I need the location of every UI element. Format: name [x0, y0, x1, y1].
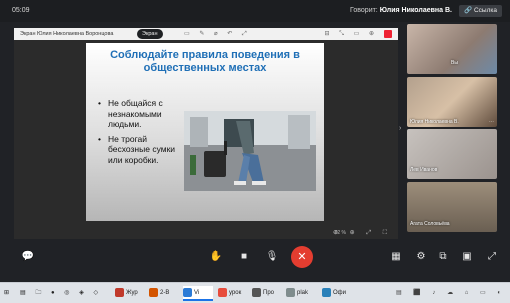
- screen-badge[interactable]: Экран: [137, 29, 163, 39]
- raise-hand-icon[interactable]: ✋: [206, 248, 226, 266]
- app-icon: [252, 287, 261, 297]
- taskbar-item[interactable]: 2-В: [149, 286, 181, 301]
- call-timer: 05:09: [12, 7, 30, 14]
- taskbar-item[interactable]: plak: [286, 286, 318, 301]
- taskbar-item-label: Жур: [126, 290, 138, 296]
- end-call-icon[interactable]: ✕: [291, 246, 313, 268]
- participant-tile[interactable]: Лев Иванов: [407, 129, 497, 179]
- call-controls-bar: 💬 ✋ ■ 🎙 ✕ ▦ ⚙ ⧉ ▣ ⤢: [0, 240, 510, 275]
- presenter-name: Экран Юлия Николаевна Воронцова: [20, 31, 114, 37]
- participant-tile[interactable]: Юлия Николаевна В. ⋯: [407, 77, 497, 127]
- app-icon: [322, 287, 331, 297]
- taskbar-item-label: урок: [229, 290, 242, 296]
- link-icon: 🔗: [464, 7, 474, 14]
- slide-title: Соблюдайте правила поведения в обществен…: [110, 49, 300, 74]
- screen-share-icon[interactable]: ⧉: [433, 248, 453, 266]
- speaking-name: Юлия Николаевна В.: [379, 7, 452, 14]
- slide-bullets: Не общайся с незнакомыми людьми. Не трог…: [98, 98, 186, 169]
- top-bar: 05:09 Говорит: Юлия Николаевна В. 🔗 Ссыл…: [0, 0, 510, 22]
- participant-name: Вы: [451, 60, 458, 66]
- app-icon: [115, 287, 124, 297]
- participant-name: Юлия Николаевна В.: [410, 119, 459, 125]
- slide-bullet: Не трогай бесхозные сумки или коробки.: [98, 134, 186, 166]
- pip-icon[interactable]: ▣: [457, 248, 477, 266]
- screen-share-header: Экран Юлия Николаевна Воронцова Экран ▭ …: [14, 28, 398, 40]
- taskbar-item-label: Vi: [194, 290, 200, 296]
- pinned-apps[interactable]: ▤ 🗀 ● ◎ ◈ ◇: [20, 286, 110, 301]
- grid-icon[interactable]: ▦: [386, 248, 406, 266]
- settings-icon[interactable]: ⚙: [411, 248, 431, 266]
- taskbar-item[interactable]: Про: [252, 286, 282, 301]
- screen-share-panel: Экран Юлия Николаевна Воронцова Экран ▭ …: [14, 28, 398, 239]
- taskbar-item-label: Про: [263, 290, 274, 296]
- taskbar-item[interactable]: Офи: [322, 286, 352, 301]
- speaking-indicator: Говорит: Юлия Николаевна В.: [350, 7, 452, 14]
- screen-share-footer: 82 % ⊖ ⊕ ⤢ ⛶: [14, 227, 398, 239]
- collapse-panel-icon[interactable]: ›: [399, 125, 401, 132]
- system-tray-icons[interactable]: ▤ ⬛ ♪ ☁ ⌂ ▭ ◐: [360, 286, 506, 301]
- taskbar-item[interactable]: урок: [218, 286, 248, 301]
- annotation-tools[interactable]: ▭ ✎ ⌀ ↶ ⤢: [184, 30, 251, 38]
- camera-icon[interactable]: ■: [234, 248, 254, 266]
- chat-icon[interactable]: 💬: [18, 248, 38, 266]
- app-icon: [218, 287, 227, 297]
- share-tools[interactable]: ⊟ ⤡ ▭ ⊕: [324, 30, 378, 38]
- slide-bullet: Не общайся с незнакомыми людьми.: [98, 98, 186, 130]
- taskbar-item-label: 2-В: [160, 290, 170, 296]
- app-icon: [286, 287, 295, 297]
- traveler-photo-illustration: [184, 111, 316, 191]
- slide-photo: [184, 111, 316, 191]
- taskbar-item-label: Офи: [333, 290, 346, 296]
- participant-tile[interactable]: Вы: [407, 24, 497, 74]
- taskbar-item[interactable]: Жур: [115, 286, 147, 301]
- taskbar-item-label: plak: [297, 290, 309, 296]
- presentation-slide: Соблюдайте правила поведения в обществен…: [86, 43, 324, 221]
- participant-tile[interactable]: Агата Соловьёва: [407, 182, 497, 232]
- copy-link-label: Ссылка: [473, 7, 497, 14]
- participant-name: Агата Соловьёва: [410, 221, 450, 227]
- copy-link-button[interactable]: 🔗 Ссылка: [459, 5, 502, 17]
- stop-share-icon[interactable]: [384, 30, 392, 38]
- start-icon[interactable]: ⊞: [4, 286, 16, 301]
- more-icon[interactable]: ⋯: [489, 119, 494, 125]
- speaking-prefix: Говорит:: [350, 7, 378, 14]
- fullscreen-icon[interactable]: ⤢: [482, 248, 502, 266]
- os-taskbar: ⊞ ▤ 🗀 ● ◎ ◈ ◇ Жур 2-В Vi урок Про plak О…: [0, 282, 510, 303]
- app-icon: [183, 287, 192, 297]
- taskbar-item[interactable]: Vi: [183, 286, 213, 301]
- conference-app: 05:09 Говорит: Юлия Николаевна В. 🔗 Ссыл…: [0, 0, 510, 303]
- app-icon: [149, 287, 158, 297]
- participant-name: Лев Иванов: [410, 167, 438, 173]
- share-footer-icons[interactable]: ⊖ ⊕ ⤢ ⛶: [333, 229, 392, 237]
- mic-icon[interactable]: 🎙: [262, 248, 282, 266]
